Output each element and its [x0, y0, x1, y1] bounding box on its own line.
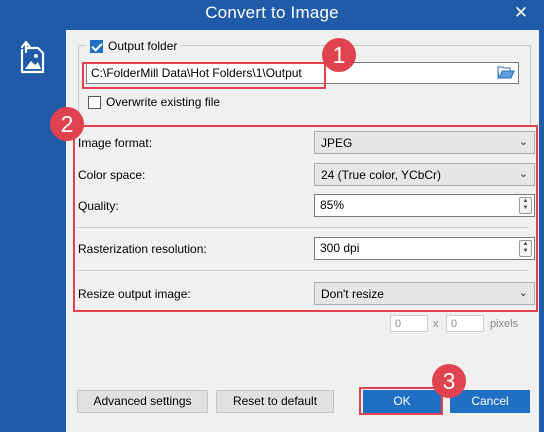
advanced-settings-button[interactable]: Advanced settings	[77, 390, 208, 413]
open-folder-icon[interactable]	[497, 65, 515, 80]
window-title: Convert to Image	[205, 3, 339, 22]
close-icon[interactable]: ✕	[512, 4, 530, 22]
ok-highlight	[359, 387, 443, 415]
width-input[interactable]	[390, 315, 428, 332]
path-highlight	[82, 62, 326, 89]
overwrite-label: Overwrite existing file	[106, 95, 221, 109]
side-panel	[0, 30, 66, 432]
overwrite-option[interactable]: Overwrite existing file	[88, 95, 220, 109]
output-folder-checkbox[interactable]	[90, 39, 103, 53]
right-border	[539, 30, 544, 432]
annotation-badge-2: 2	[50, 107, 84, 141]
dimension-unit: pixels	[490, 318, 519, 330]
title-bar: Convert to Image ✕	[0, 0, 544, 30]
annotation-badge-1: 1	[322, 38, 356, 72]
reset-to-default-button[interactable]: Reset to default	[216, 390, 334, 413]
overwrite-checkbox[interactable]	[88, 95, 101, 109]
annotation-badge-3: 3	[432, 364, 466, 398]
image-export-icon	[20, 40, 45, 74]
settings-highlight	[73, 125, 538, 312]
height-input[interactable]	[446, 315, 484, 332]
cancel-button[interactable]: Cancel	[450, 390, 530, 413]
output-folder-legend: Output folder	[86, 38, 182, 54]
dimension-separator: x	[433, 318, 439, 330]
output-folder-label: Output folder	[108, 39, 178, 53]
